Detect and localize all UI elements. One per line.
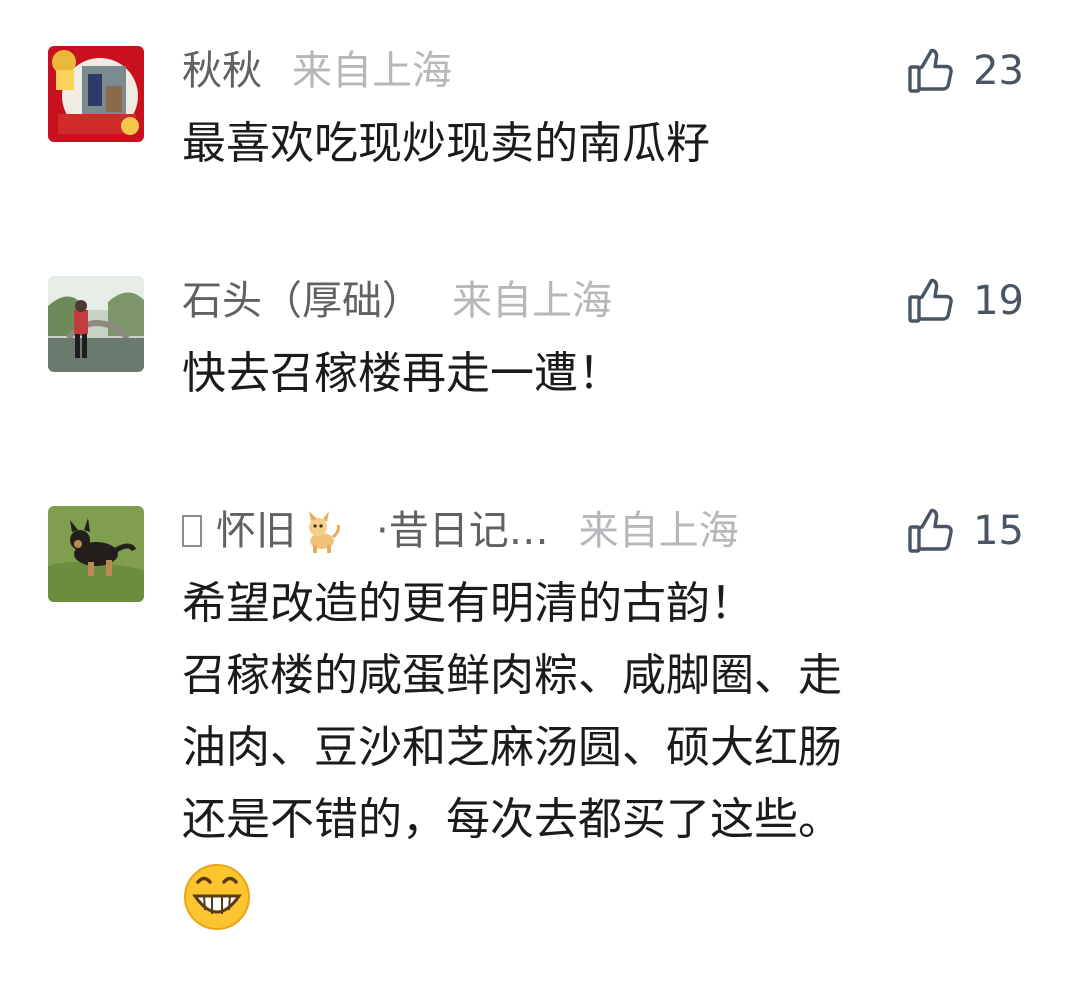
avatar[interactable] [48, 46, 144, 142]
avatar[interactable] [48, 276, 144, 372]
comment-text: 快去召稼楼再走一遭！ [182, 338, 1022, 410]
nickname[interactable]: 怀旧 [216, 506, 296, 556]
thumbs-up-icon [908, 508, 953, 553]
location-label: 来自上海 [292, 48, 452, 94]
location-label: 来自上海 [452, 278, 612, 324]
grinning-face-emoji-icon [184, 864, 250, 930]
comment-text: 希望改造的更有明清的古韵！ 召稼楼的咸蛋鲜肉粽、咸脚圈、走 油肉、豆沙和芝麻汤圆… [182, 568, 1022, 954]
nickname-suffix[interactable]: ·昔日记… [376, 506, 549, 556]
nickname[interactable]: 秋秋 [182, 46, 262, 96]
dog-emoji-icon [309, 511, 340, 553]
new-year-photo-avatar-icon [48, 46, 144, 142]
nickname[interactable]: 石头（厚础） [182, 276, 422, 326]
like-count: 15 [973, 508, 1024, 554]
thumbs-up-icon [908, 278, 953, 323]
like-button[interactable]: 15 [907, 506, 1024, 556]
comment-line: 快去召稼楼再走一遭！ [182, 348, 622, 399]
avatar[interactable] [48, 506, 144, 602]
comment-line: 召稼楼的咸蛋鲜肉粽、咸脚圈、走 [182, 650, 842, 701]
unknown-glyph-icon [182, 515, 202, 547]
comment-line: 还是不错的，每次去都买了这些。 [182, 794, 842, 845]
like-count: 23 [973, 48, 1024, 94]
comment-text: 最喜欢吃现炒现卖的南瓜籽 [182, 108, 1022, 180]
like-count: 19 [973, 278, 1024, 324]
location-label: 来自上海 [578, 508, 739, 554]
like-button[interactable]: 23 [907, 46, 1024, 96]
dog-on-grass-avatar-icon [48, 506, 144, 602]
comment-line: 希望改造的更有明清的古韵！ [182, 578, 754, 629]
comment-line: 最喜欢吃现炒现卖的南瓜籽 [182, 118, 710, 169]
like-button[interactable]: 19 [907, 276, 1024, 326]
bridge-photo-avatar-icon [48, 276, 144, 372]
thumbs-up-icon [908, 48, 953, 93]
comment-line: 油肉、豆沙和芝麻汤圆、硕大红肠 [182, 722, 842, 773]
